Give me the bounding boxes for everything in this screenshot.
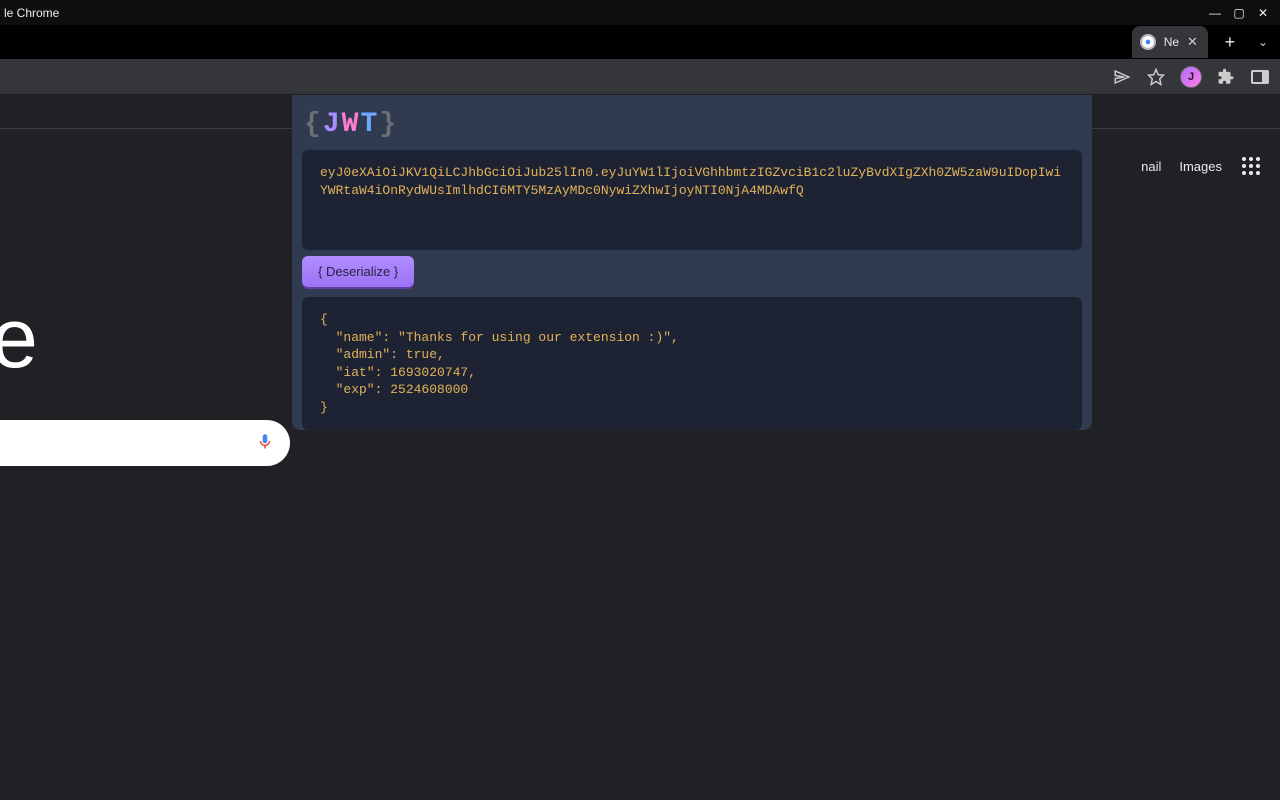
tabs-menu-icon[interactable]: ⌄ — [1258, 35, 1268, 49]
profile-avatar[interactable]: J — [1180, 66, 1202, 88]
brace-close-icon: } — [379, 109, 396, 140]
window-controls: — ▢ ✕ — [1208, 6, 1276, 20]
brace-open-icon: { — [304, 109, 321, 140]
images-link[interactable]: Images — [1179, 159, 1222, 174]
browser-tabstrip: Ne ✕ + ⌄ — [0, 25, 1280, 59]
microphone-icon[interactable] — [256, 429, 274, 458]
gmail-link[interactable]: nail — [1141, 159, 1161, 174]
page-content: nail Images ogle { J W T } eyJ0eXAiOiJKV… — [0, 95, 1280, 800]
new-tab-button[interactable]: + — [1216, 28, 1244, 56]
bookmark-star-icon[interactable] — [1146, 67, 1166, 87]
google-logo: ogle — [0, 290, 36, 387]
jwt-token-input[interactable]: eyJ0eXAiOiJKV1QiLCJhbGciOiJub25lIn0.eyJu… — [302, 150, 1082, 250]
tab-close-icon[interactable]: ✕ — [1187, 34, 1198, 50]
send-icon[interactable] — [1112, 67, 1132, 87]
extension-logo: { J W T } — [302, 105, 1082, 150]
jwt-output: { "name": "Thanks for using our extensio… — [302, 297, 1082, 430]
side-panel-icon[interactable] — [1250, 67, 1270, 87]
deserialize-button[interactable]: { Deserialize } — [302, 256, 414, 287]
tab-title: Ne — [1164, 35, 1179, 49]
apps-grid-icon[interactable] — [1240, 155, 1262, 177]
window-title: le Chrome — [0, 6, 59, 20]
maximize-icon[interactable]: ▢ — [1232, 6, 1246, 20]
chrome-icon — [1140, 34, 1156, 50]
jwt-extension-popup: { J W T } eyJ0eXAiOiJKV1QiLCJhbGciOiJub2… — [292, 95, 1092, 430]
google-search-bar[interactable] — [0, 420, 290, 466]
minimize-icon[interactable]: — — [1208, 6, 1222, 20]
close-icon[interactable]: ✕ — [1256, 6, 1270, 20]
os-titlebar: le Chrome — ▢ ✕ — [0, 0, 1280, 25]
google-header-links: nail Images — [1141, 155, 1262, 177]
browser-tab-active[interactable]: Ne ✕ — [1132, 26, 1208, 58]
browser-toolbar: J — [0, 59, 1280, 95]
extensions-puzzle-icon[interactable] — [1216, 67, 1236, 87]
